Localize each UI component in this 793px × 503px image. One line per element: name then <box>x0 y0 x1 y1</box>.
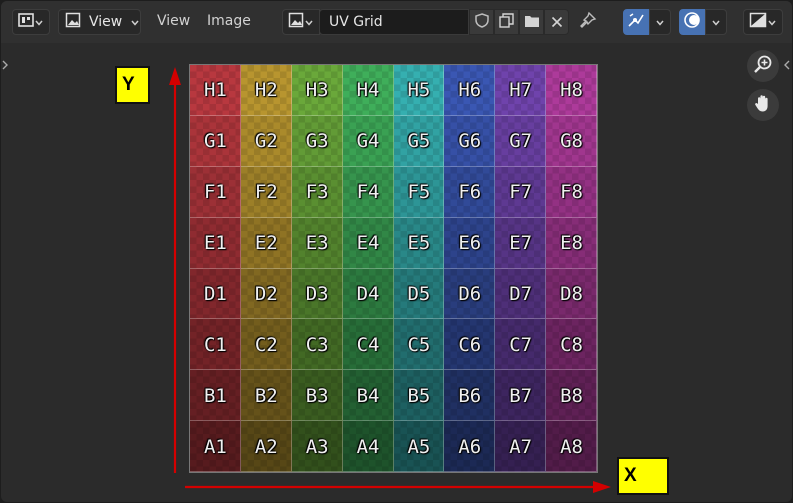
image-editor: View View Image UV Grid H1 H2 H3 H4 H5 H… <box>1 1 792 502</box>
x-axis-label: X <box>617 457 669 495</box>
y-axis-label: Y <box>115 66 150 104</box>
